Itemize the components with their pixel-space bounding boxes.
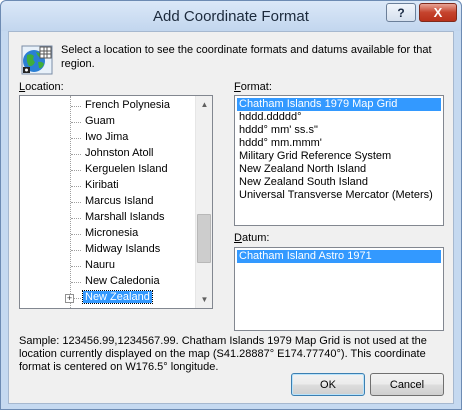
title-bar[interactable]: Add Coordinate Format ? X <box>1 1 461 31</box>
tree-item-selected[interactable]: New Zealand <box>71 290 206 306</box>
close-button[interactable]: X <box>419 3 457 22</box>
scroll-thumb[interactable] <box>197 214 211 263</box>
cancel-button[interactable]: Cancel <box>370 373 444 396</box>
dialog-window: Add Coordinate Format ? X Select a locat… <box>0 0 462 410</box>
tree-item[interactable]: Midway Islands <box>71 242 206 258</box>
format-item[interactable]: hddd.ddddd° <box>237 111 441 124</box>
location-scrollbar[interactable]: ▲ ▼ <box>195 96 212 308</box>
tree-item[interactable]: Micronesia <box>71 226 206 242</box>
ok-button[interactable]: OK <box>291 373 365 396</box>
datum-list[interactable]: Chatham Island Astro 1971 <box>234 247 444 331</box>
tree-item[interactable]: Kerguelen Island <box>71 162 206 178</box>
tree-item[interactable]: New Caledonia <box>71 274 206 290</box>
tree-item[interactable]: French Polynesia <box>71 98 206 114</box>
format-label: Format: <box>234 81 272 93</box>
scroll-down-arrow-icon[interactable]: ▼ <box>196 291 212 308</box>
tree-item[interactable]: Kiribati <box>71 178 206 194</box>
location-tree[interactable]: French Polynesia Guam Iwo Jima Johnston … <box>19 95 213 309</box>
globe-grid-icon <box>21 45 53 75</box>
scroll-up-arrow-icon[interactable]: ▲ <box>196 96 212 113</box>
format-item[interactable]: Military Grid Reference System <box>237 150 441 163</box>
format-item[interactable]: Universal Transverse Mercator (Meters) <box>237 189 441 202</box>
tree-item[interactable]: Guam <box>71 114 206 130</box>
format-item[interactable]: New Zealand South Island <box>237 176 441 189</box>
sample-description: Sample: 123456.99,1234567.99. Chatham Is… <box>19 335 427 373</box>
format-item[interactable]: hddd° mm' ss.s" <box>237 124 441 137</box>
tree-item[interactable]: Iwo Jima <box>71 130 206 146</box>
format-item-selected[interactable]: Chatham Islands 1979 Map Grid <box>237 98 441 111</box>
tree-item[interactable]: Johnston Atoll <box>71 146 206 162</box>
tree-item[interactable]: Marcus Island <box>71 194 206 210</box>
format-list[interactable]: Chatham Islands 1979 Map Grid hddd.ddddd… <box>234 95 444 226</box>
datum-item-selected[interactable]: Chatham Island Astro 1971 <box>237 250 441 263</box>
datum-label: Datum: <box>234 232 270 244</box>
expand-plus-icon[interactable]: + <box>65 294 74 303</box>
intro-text: Select a location to see the coordinate … <box>61 44 432 70</box>
tree-item[interactable]: Nauru <box>71 258 206 274</box>
dialog-body: Select a location to see the coordinate … <box>8 31 454 404</box>
format-item[interactable]: hddd° mm.mmm' <box>237 137 441 150</box>
tree-item[interactable]: Marshall Islands <box>71 210 206 226</box>
help-button[interactable]: ? <box>386 3 416 22</box>
location-label: Location: <box>19 81 64 93</box>
format-item[interactable]: New Zealand North Island <box>237 163 441 176</box>
